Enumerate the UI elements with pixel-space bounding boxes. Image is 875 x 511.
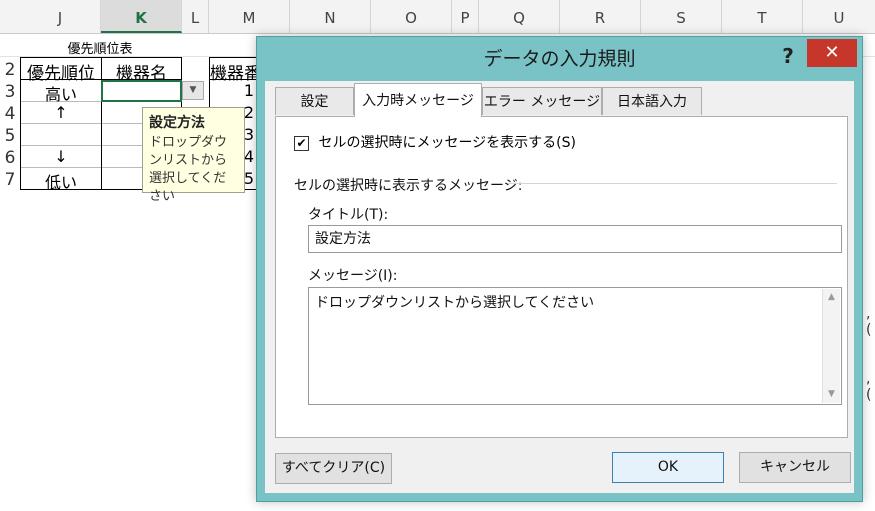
dropdown-button[interactable]: ▼	[182, 81, 204, 100]
table-border	[209, 57, 257, 58]
partial-cell-text: ,(	[866, 371, 872, 403]
column-header-j[interactable]: J	[20, 0, 101, 33]
row-number[interactable]: 7	[0, 170, 20, 190]
column-header-t[interactable]: T	[722, 0, 803, 33]
triangle-down-icon: ▼	[189, 85, 197, 95]
gridline	[21, 167, 101, 168]
input-message-panel: ✔ セルの選択時にメッセージを表示する(S) セルの選択時に表示するメッセージ:…	[275, 116, 848, 438]
tab-input-message[interactable]: 入力時メッセージ	[354, 83, 482, 117]
column-header-p[interactable]: P	[452, 0, 479, 33]
help-icon: ?	[782, 44, 794, 68]
dialog-title: データの入力規則	[483, 48, 636, 70]
close-button[interactable]: ✕	[807, 39, 857, 67]
message-textarea[interactable]: ドロップダウンリストから選択してください ▲ ▼	[308, 287, 842, 405]
active-cell-k3[interactable]	[101, 80, 182, 102]
row-number[interactable]: 4	[0, 104, 20, 124]
show-message-checkbox-row[interactable]: ✔ セルの選択時にメッセージを表示する(S)	[294, 132, 576, 152]
priority-cell[interactable]: ↑	[21, 103, 101, 122]
row-number[interactable]: 2	[0, 60, 20, 80]
gridline	[21, 145, 101, 146]
column-header-bar: J K L M N O P Q R S T U	[0, 0, 875, 34]
ok-button[interactable]: OK	[612, 452, 724, 483]
cancel-button[interactable]: キャンセル	[739, 452, 851, 483]
show-message-checkbox-label: セルの選択時にメッセージを表示する(S)	[318, 135, 576, 151]
section-divider	[508, 183, 837, 184]
tooltip-title: 設定方法	[149, 115, 205, 131]
column-header-r[interactable]: R	[560, 0, 641, 33]
priority-cell[interactable]: ↓	[21, 147, 101, 166]
input-message-tooltip: 設定方法 ドロップダウンリストから選択してください	[142, 107, 245, 204]
tab-error-message[interactable]: エラー メッセージ	[482, 87, 602, 115]
priority-cell[interactable]: 高い	[21, 81, 101, 105]
device-number-cell[interactable]: 1	[210, 81, 254, 100]
row-number[interactable]: 6	[0, 148, 20, 168]
column-header-k[interactable]: K	[101, 0, 182, 33]
column-header-l[interactable]: L	[182, 0, 209, 33]
partial-cell-text: ,(	[866, 306, 872, 338]
column-header-q[interactable]: Q	[479, 0, 560, 33]
priority-cell[interactable]: 低い	[21, 169, 101, 193]
column-header-n[interactable]: N	[290, 0, 371, 33]
gridline	[21, 123, 101, 124]
column-header-u[interactable]: U	[803, 0, 875, 33]
row-number[interactable]: 3	[0, 82, 20, 102]
title-input[interactable]: 設定方法	[308, 225, 842, 253]
tab-settings[interactable]: 設定	[275, 87, 354, 115]
column-header-o[interactable]: O	[371, 0, 452, 33]
message-scrollbar[interactable]: ▲ ▼	[822, 289, 840, 403]
scroll-up-icon[interactable]: ▲	[823, 289, 840, 306]
checkmark-icon: ✔	[296, 135, 307, 150]
show-message-checkbox[interactable]: ✔	[294, 135, 309, 151]
dialog-client-area: 設定 入力時メッセージ エラー メッセージ 日本語入力 ✔ セルの選択時にメッセ…	[265, 81, 854, 493]
close-icon: ✕	[824, 42, 840, 63]
clear-all-button[interactable]: すべてクリア(C)	[275, 453, 392, 484]
row-number[interactable]: 5	[0, 126, 20, 146]
column-header-m[interactable]: M	[209, 0, 290, 33]
message-field-label: メッセージ(I):	[308, 268, 398, 284]
tab-japanese-input[interactable]: 日本語入力	[602, 87, 702, 115]
table-title: 優先順位表	[67, 42, 133, 57]
help-button[interactable]: ?	[777, 41, 799, 71]
data-validation-dialog: データの入力規則 ? ✕ 設定 入力時メッセージ エラー メッセージ 日本語入力…	[256, 36, 863, 502]
scroll-down-icon[interactable]: ▼	[823, 386, 840, 403]
tooltip-message: ドロップダウンリストから選択してください	[149, 135, 228, 204]
message-text: ドロップダウンリストから選択してください	[315, 295, 595, 311]
title-field-label: タイトル(T):	[308, 207, 389, 223]
column-header-s[interactable]: S	[641, 0, 722, 33]
message-section-label: セルの選択時に表示するメッセージ:	[294, 178, 523, 194]
